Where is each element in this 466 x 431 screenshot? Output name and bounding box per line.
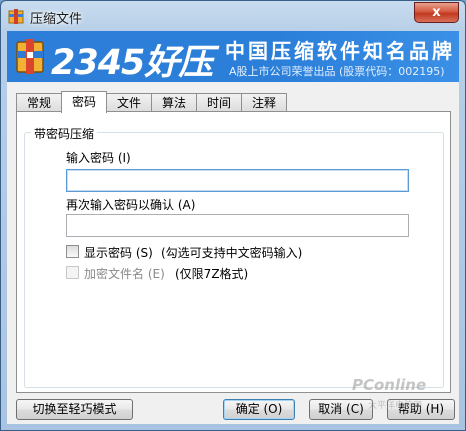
dialog-body: 常规 密码 文件 算法 时间 注释 带密码压缩 输入密码 (I) 再次输入密码以… bbox=[7, 82, 459, 424]
ok-button[interactable]: 确定 (O) bbox=[223, 399, 295, 420]
show-password-label[interactable]: 显示密码 (S) bbox=[84, 244, 153, 261]
cancel-button[interactable]: 取消 (C) bbox=[309, 399, 373, 420]
brand-slogan: 中国压缩软件知名品牌 bbox=[225, 39, 455, 63]
brand-banner: 2345好压 中国压缩软件知名品牌 A股上市公司荣誉出品 (股票代码：00219… bbox=[7, 31, 459, 83]
haozip-logo-icon bbox=[15, 38, 45, 74]
encrypt-filenames-checkbox[interactable] bbox=[66, 266, 79, 279]
title-bar[interactable]: 压缩文件 x bbox=[1, 1, 465, 31]
password-tab-panel: 带密码压缩 输入密码 (I) 再次输入密码以确认 (A) 显示密码 (S) (勾… bbox=[16, 111, 451, 393]
close-button[interactable]: x bbox=[414, 2, 459, 23]
pconline-watermark: PConline bbox=[352, 376, 427, 394]
compress-dialog-window: 压缩文件 x 2345好压 中国压缩软件知名品牌 A股上市公司荣誉出品 (股票代… bbox=[0, 0, 466, 431]
show-password-checkbox[interactable] bbox=[66, 245, 79, 258]
tab-password[interactable]: 密码 bbox=[61, 91, 107, 113]
show-password-note: (勾选可支持中文密码输入) bbox=[161, 246, 303, 260]
confirm-password-label: 再次输入密码以确认 (A) bbox=[66, 198, 196, 212]
window-title: 压缩文件 bbox=[30, 12, 83, 27]
tab-algorithm[interactable]: 算法 bbox=[151, 93, 197, 112]
archive-app-icon bbox=[8, 9, 24, 24]
company-note: A股上市公司荣誉出品 (股票代码：002195) bbox=[229, 65, 445, 78]
tab-time[interactable]: 时间 bbox=[196, 93, 242, 112]
tab-general[interactable]: 常规 bbox=[16, 93, 62, 112]
password-group: 带密码压缩 输入密码 (I) 再次输入密码以确认 (A) 显示密码 (S) (勾… bbox=[24, 125, 444, 388]
confirm-password-input[interactable] bbox=[66, 214, 409, 237]
tab-comment[interactable]: 注释 bbox=[241, 93, 287, 112]
password-label: 输入密码 (I) bbox=[66, 151, 131, 165]
pconline-site-watermark: 太平洋电脑网 bbox=[368, 401, 423, 411]
encrypt-filenames-note: (仅限7Z格式) bbox=[175, 267, 249, 281]
tab-files[interactable]: 文件 bbox=[106, 93, 152, 112]
password-input[interactable] bbox=[66, 169, 409, 192]
brand-logo-text: 2345好压 bbox=[51, 43, 213, 83]
group-title: 带密码压缩 bbox=[31, 125, 98, 142]
switch-lite-mode-button[interactable]: 切换至轻巧模式 bbox=[16, 399, 133, 420]
encrypt-filenames-label: 加密文件名 (E) bbox=[84, 267, 165, 281]
